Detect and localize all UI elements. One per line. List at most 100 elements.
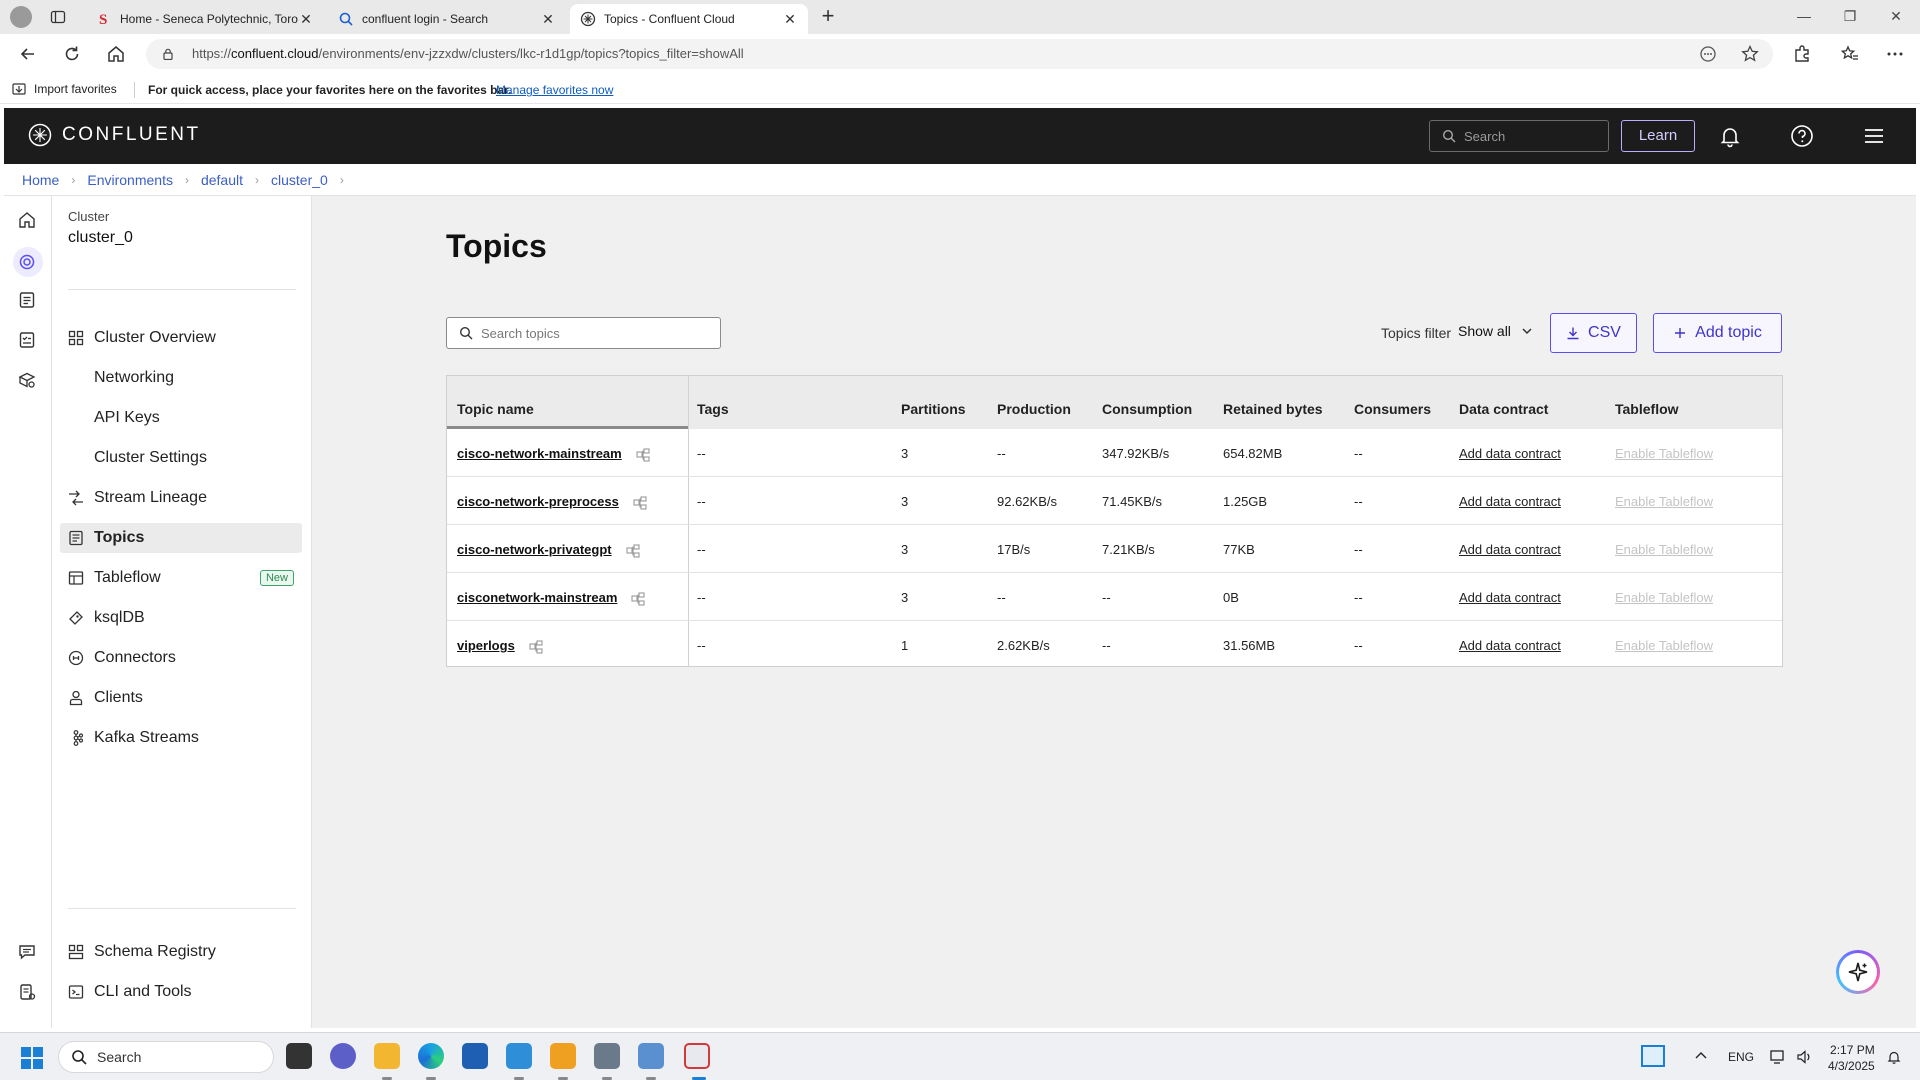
documents-icon[interactable] [17, 290, 37, 310]
feedback-icon[interactable] [17, 942, 37, 962]
topic-name-link[interactable]: cisco-network-mainstream [457, 446, 650, 462]
column-header-tableflow[interactable]: Tableflow [1615, 401, 1679, 417]
sidebar-item-networking[interactable]: Networking [60, 363, 302, 393]
enable-tableflow-link[interactable]: Enable Tableflow [1615, 542, 1713, 557]
ai-assistant-button[interactable] [1836, 950, 1880, 994]
csv-download-button[interactable]: CSV [1550, 313, 1637, 353]
sidebar-item-cluster-settings[interactable]: Cluster Settings [60, 443, 302, 473]
manage-favorites-link[interactable]: Manage favorites now [496, 83, 613, 97]
sidebar-item-tableflow[interactable]: Tableflow New [60, 563, 302, 593]
windows-start-icon[interactable] [21, 1047, 43, 1069]
add-data-contract-link[interactable]: Add data contract [1459, 494, 1561, 509]
favorites-icon[interactable] [1840, 44, 1860, 64]
import-favorites-button[interactable]: Import favorites [12, 82, 117, 96]
add-data-contract-link[interactable]: Add data contract [1459, 446, 1561, 461]
add-topic-button[interactable]: Add topic [1653, 313, 1782, 353]
enable-tableflow-link[interactable]: Enable Tableflow [1615, 590, 1713, 605]
column-header-consumers[interactable]: Consumers [1354, 401, 1431, 417]
browser-tab-seneca[interactable]: S Home - Seneca Polytechnic, Toronto ✕ [86, 4, 324, 34]
menu-hamburger-icon[interactable] [1862, 124, 1886, 148]
edge-browser-icon[interactable] [418, 1043, 444, 1069]
minimize-icon[interactable]: — [1794, 8, 1814, 26]
chevron-up-icon[interactable] [1694, 1049, 1708, 1063]
reading-mode-icon[interactable] [1698, 44, 1718, 64]
topic-search-input[interactable] [481, 325, 711, 341]
vscode-icon[interactable] [506, 1043, 532, 1069]
topic-name-link[interactable]: cisco-network-preprocess [457, 494, 647, 510]
sidebar-item-cli-and-tools[interactable]: CLI and Tools [60, 977, 302, 1007]
file-explorer-icon[interactable] [374, 1043, 400, 1069]
volume-icon[interactable] [1796, 1049, 1812, 1065]
column-header-consumption[interactable]: Consumption [1102, 401, 1192, 417]
store-icon[interactable] [462, 1043, 488, 1069]
add-data-contract-link[interactable]: Add data contract [1459, 590, 1561, 605]
browser-tab-search[interactable]: confluent login - Search ✕ [328, 4, 566, 34]
system-clock[interactable]: 2:17 PM 4/3/2025 [1828, 1042, 1875, 1074]
sidebar-item-clients[interactable]: Clients [60, 683, 302, 713]
column-header-topic-name[interactable]: Topic name [457, 401, 534, 417]
sidebar-item-stream-lineage[interactable]: Stream Lineage [60, 483, 302, 513]
notification-bell-icon[interactable] [1886, 1049, 1902, 1065]
new-tab-button[interactable]: + [817, 5, 839, 28]
enable-tableflow-link[interactable]: Enable Tableflow [1615, 638, 1713, 653]
profile-avatar[interactable] [10, 6, 32, 28]
learn-button[interactable]: Learn [1621, 120, 1695, 152]
environments-icon[interactable] [17, 252, 37, 272]
tab-actions-icon[interactable] [50, 9, 66, 25]
app-icon[interactable] [550, 1043, 576, 1069]
help-icon[interactable] [1790, 124, 1814, 148]
breadcrumb-home[interactable]: Home [22, 172, 59, 188]
teams-chat-icon[interactable] [330, 1043, 356, 1069]
breadcrumb-cluster[interactable]: cluster_0 [271, 172, 328, 188]
topic-search[interactable] [446, 317, 721, 349]
sidebar-item-schema-registry[interactable]: Schema Registry [60, 937, 302, 967]
global-search-input[interactable] [1464, 128, 1604, 144]
breadcrumb-environments[interactable]: Environments [87, 172, 173, 188]
close-window-icon[interactable]: ✕ [1886, 8, 1906, 26]
checklist-icon[interactable] [17, 330, 37, 350]
column-header-partitions[interactable]: Partitions [901, 401, 966, 417]
column-header-retained-bytes[interactable]: Retained bytes [1223, 401, 1323, 417]
language-indicator[interactable]: ENG [1728, 1050, 1754, 1064]
topics-filter-select[interactable]: Show all [1458, 323, 1533, 339]
taskbar-search[interactable]: Search [58, 1041, 274, 1073]
enable-tableflow-link[interactable]: Enable Tableflow [1615, 494, 1713, 509]
notifications-bell-icon[interactable] [1718, 124, 1742, 148]
sidebar-item-topics[interactable]: Topics [60, 523, 302, 553]
back-icon[interactable] [18, 44, 38, 64]
enable-tableflow-link[interactable]: Enable Tableflow [1615, 446, 1713, 461]
refresh-icon[interactable] [62, 44, 82, 64]
topic-name-link[interactable]: cisco-network-privategpt [457, 542, 640, 558]
home-icon[interactable] [106, 44, 126, 64]
add-data-contract-link[interactable]: Add data contract [1459, 542, 1561, 557]
tab-close-icon[interactable]: ✕ [782, 11, 798, 27]
calculator-icon[interactable] [594, 1043, 620, 1069]
confluent-logo[interactable]: CONFLUENT [28, 123, 201, 147]
billing-icon[interactable] [17, 982, 37, 1002]
more-options-icon[interactable] [1885, 44, 1905, 64]
sidebar-item-ksqldb[interactable]: ksqlDB [60, 603, 302, 633]
topic-name-link[interactable]: viperlogs [457, 638, 543, 654]
address-bar[interactable]: https://confluent.cloud/environments/env… [146, 39, 1773, 69]
widget-icon[interactable] [1641, 1045, 1665, 1067]
lock-icon[interactable] [162, 48, 174, 60]
tab-close-icon[interactable]: ✕ [298, 11, 314, 27]
global-search[interactable] [1429, 120, 1609, 152]
sidebar-item-api-keys[interactable]: API Keys [60, 403, 302, 433]
column-header-production[interactable]: Production [997, 401, 1071, 417]
browser-tab-confluent[interactable]: Topics - Confluent Cloud ✕ [570, 4, 808, 34]
extensions-icon[interactable] [1792, 44, 1812, 64]
snipping-tool-icon[interactable] [684, 1043, 710, 1069]
sidebar-item-kafka-streams[interactable]: Kafka Streams [60, 723, 302, 753]
column-header-data-contract[interactable]: Data contract [1459, 401, 1548, 417]
url-text[interactable]: https://confluent.cloud/environments/env… [192, 46, 744, 61]
favorite-star-icon[interactable] [1740, 44, 1760, 64]
data-portal-icon[interactable] [17, 370, 37, 390]
tab-close-icon[interactable]: ✕ [540, 11, 556, 27]
sidebar-item-cluster-overview[interactable]: Cluster Overview [60, 323, 302, 353]
network-icon[interactable] [1770, 1049, 1786, 1065]
breadcrumb-default[interactable]: default [201, 172, 243, 188]
task-view-icon[interactable] [286, 1043, 312, 1069]
column-header-tags[interactable]: Tags [697, 401, 729, 417]
sidebar-item-connectors[interactable]: Connectors [60, 643, 302, 673]
